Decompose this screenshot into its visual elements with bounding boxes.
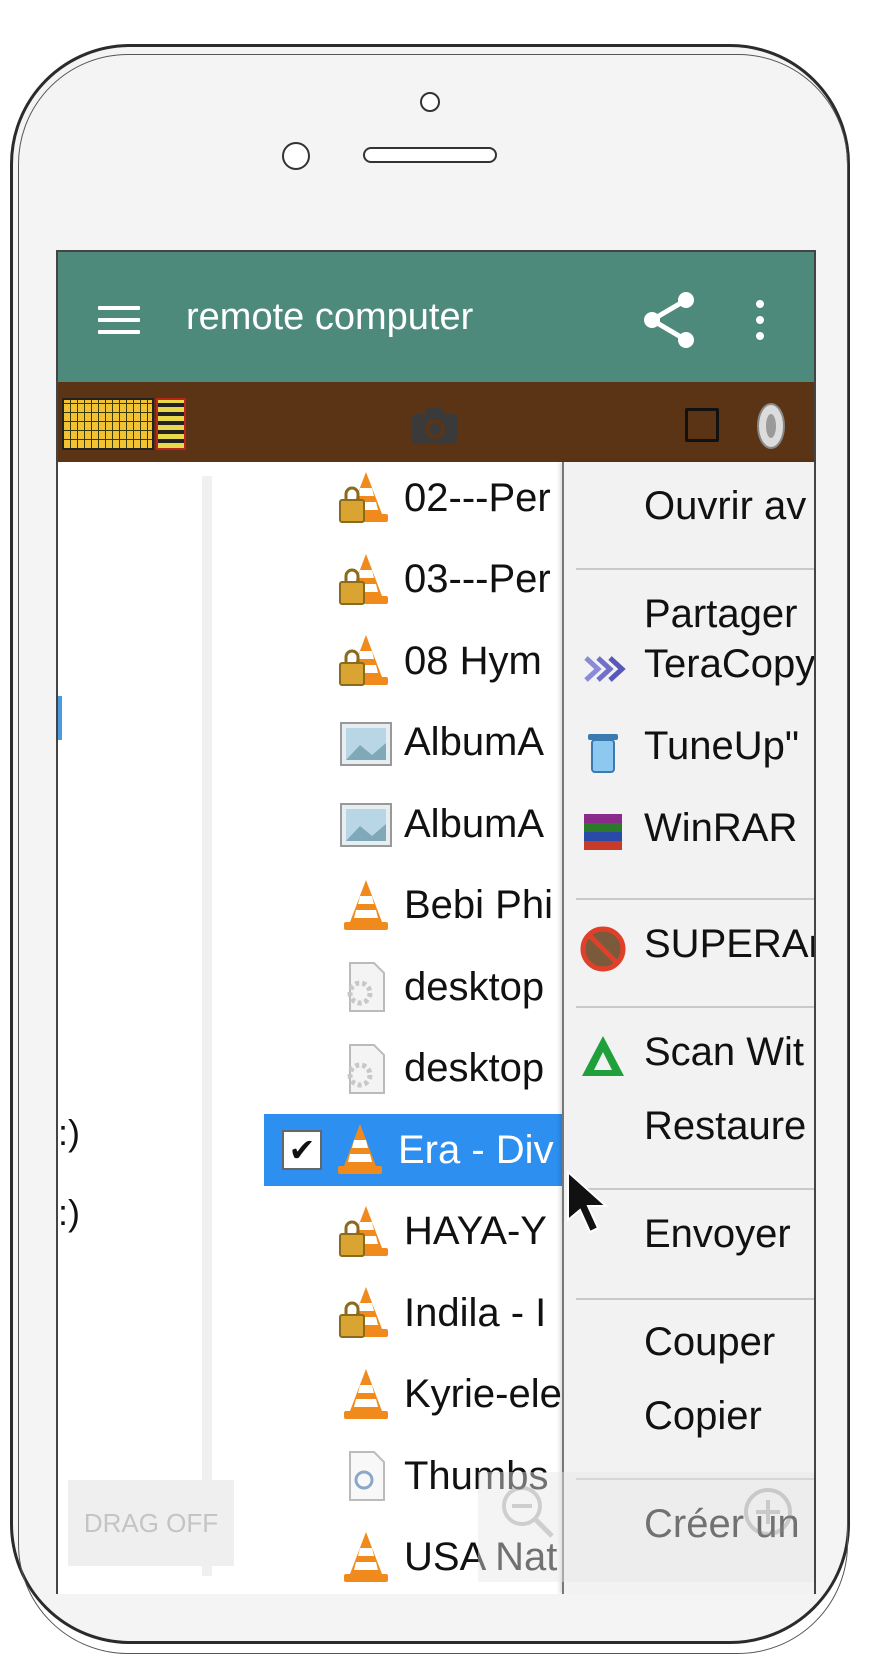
hamburger-menu-icon[interactable]	[98, 306, 140, 334]
menu-separator	[576, 898, 814, 900]
vlc-icon	[338, 1530, 394, 1586]
file-row[interactable]: 02---Per	[338, 462, 551, 534]
context-menu-item[interactable]: SUPERAn	[644, 922, 814, 967]
context-menu-item[interactable]: TeraCopy	[644, 642, 814, 687]
more-vertical-icon[interactable]	[756, 300, 766, 346]
file-row[interactable]: AlbumA	[338, 788, 544, 860]
app-title: remote computer	[186, 296, 474, 338]
vlc-locked-icon	[338, 1285, 394, 1341]
file-name: Kyrie-ele	[404, 1372, 562, 1416]
vlc-locked-icon	[338, 1204, 394, 1260]
file-name: AlbumA	[404, 801, 545, 846]
scan-triangle-icon	[578, 1032, 628, 1082]
stop-square-icon[interactable]	[685, 408, 719, 442]
context-menu-item[interactable]: Couper	[644, 1320, 775, 1365]
file-row[interactable]: Kyrie-ele	[338, 1359, 562, 1431]
file-row[interactable]: 08 Hym	[338, 625, 542, 697]
file-name: HAYA-Y	[404, 1209, 547, 1253]
front-camera	[420, 92, 440, 112]
file-name: 03---Per	[404, 557, 551, 601]
file-row[interactable]: desktop	[338, 1033, 544, 1105]
settings-file-icon	[338, 959, 394, 1015]
tuneup-trash-icon	[578, 726, 628, 776]
context-menu-item[interactable]: Restaure	[644, 1104, 806, 1149]
menu-separator	[576, 1006, 814, 1008]
remote-toolbar	[58, 382, 814, 462]
share-icon[interactable]	[642, 290, 698, 350]
file-name: 08 Hym	[404, 638, 542, 683]
file-row[interactable]: AlbumA	[338, 707, 544, 779]
superantispyware-icon	[578, 924, 628, 974]
teracopy-icon	[578, 644, 628, 694]
remote-desktop-view[interactable]: :) :) 02---Per 03---Per 08 Hym AlbumA AlbumA…	[58, 462, 814, 1594]
settings-file-icon	[338, 1041, 394, 1097]
context-menu-item[interactable]: TuneUp"	[644, 724, 799, 769]
vlc-icon	[338, 878, 394, 934]
keypad-icon[interactable]	[156, 398, 186, 450]
drive-label[interactable]: :)	[58, 1192, 80, 1234]
file-name: desktop	[404, 964, 545, 1009]
file-row[interactable]: Indila - I	[338, 1277, 546, 1349]
image-file-icon	[338, 796, 394, 852]
context-menu-item[interactable]: Partager	[644, 592, 797, 637]
file-row[interactable]: 03---Per	[338, 544, 551, 616]
vlc-icon	[338, 1367, 394, 1423]
zoom-in-icon[interactable]	[738, 1482, 798, 1542]
db-file-icon	[338, 1448, 394, 1504]
vlc-icon	[332, 1122, 388, 1178]
zoom-out-icon[interactable]	[498, 1482, 558, 1542]
image-file-icon	[338, 715, 394, 771]
file-row[interactable]: HAYA-Y	[338, 1196, 547, 1268]
file-row[interactable]: Bebi Phi	[338, 870, 553, 942]
context-menu-item[interactable]: Scan Wit	[644, 1030, 804, 1075]
keyboard-icon[interactable]	[62, 398, 154, 450]
vlc-locked-icon	[338, 470, 394, 526]
navigation-pane: :) :)	[58, 476, 212, 1576]
earpiece-speaker	[363, 147, 497, 163]
menu-separator	[576, 568, 814, 570]
file-name: AlbumA	[404, 720, 545, 764]
file-row[interactable]: desktop	[338, 951, 544, 1023]
drag-toggle-button[interactable]: DRAG OFF	[68, 1480, 234, 1566]
context-menu-item[interactable]: Envoyer	[644, 1212, 791, 1257]
context-menu-item[interactable]: Copier	[644, 1394, 762, 1439]
proximity-sensor	[282, 142, 310, 170]
file-name: Era - Div	[398, 1127, 554, 1172]
drive-label[interactable]: :)	[58, 1112, 80, 1154]
context-menu-item[interactable]: WinRAR	[644, 806, 797, 851]
checkbox-checked-icon[interactable]: ✔	[282, 1130, 322, 1170]
camera-icon[interactable]	[410, 406, 460, 446]
file-name: desktop	[404, 1046, 545, 1090]
file-name: Indila - I	[404, 1290, 547, 1335]
app-bar: remote computer	[58, 252, 814, 382]
file-name: Bebi Phi	[404, 883, 553, 927]
speaker-icon[interactable]	[754, 402, 788, 450]
winrar-icon	[578, 808, 628, 858]
vlc-locked-icon	[338, 552, 394, 608]
mouse-cursor-icon	[567, 1170, 609, 1234]
file-name: 02---Per	[404, 475, 551, 520]
context-menu-item[interactable]: Ouvrir av	[644, 484, 806, 529]
selection-marker	[58, 696, 62, 740]
menu-separator	[576, 1298, 814, 1300]
phone-screen: remote computer :) :) 02---Per 03---Per …	[56, 250, 816, 1594]
file-row-selected[interactable]: ✔ Era - Div	[264, 1114, 564, 1186]
context-menu: Ouvrir av Partager TeraCopy TuneUp" WinRAR SU…	[562, 462, 814, 1594]
vlc-locked-icon	[338, 633, 394, 689]
